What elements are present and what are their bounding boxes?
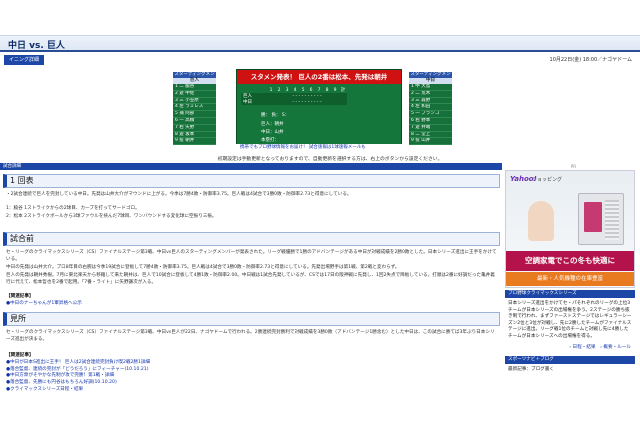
- blog-text[interactable]: 最新記事：ブログ書く: [505, 364, 635, 377]
- card-text: 日本シリーズ進出をかけてセ・パそれぞれのリーグの上位3チームが日本シリーズの出場…: [508, 301, 632, 339]
- player-row[interactable]: 5 一 ブランコ: [409, 111, 452, 118]
- game-date: 10月22日(金) 18:00／ナゴヤドーム: [549, 57, 632, 63]
- game-title: 中日 vs. 巨人: [8, 41, 65, 51]
- related-articles: 【関連記事】 ●中日が日本S進出に王手！ 巨人は2試合連続完封負け喫2戦2勝1詳…: [6, 353, 150, 394]
- auto-update-note: 初期設定は手動更新となっておりますので、自動更新を選択する方は、右上のボタンから…: [217, 157, 443, 162]
- chunichi-pitcher: 中日：山井: [261, 130, 284, 135]
- ad-subline: 最新・人気機種の在庫豊富: [506, 272, 634, 286]
- cs-info-card: プロ野球クライマックスシリーズ 日本シリーズ進出をかけてセ・パそれぞれのリーグの…: [505, 290, 635, 376]
- player-row[interactable]: 8 遊 坂本: [173, 131, 216, 139]
- related-link[interactable]: ●中日が日本S進出に王手！ 巨人は2試合連続完封負け喫2戦2勝1詳細: [6, 360, 150, 367]
- player-row[interactable]: 2 遊 中佐: [173, 90, 216, 98]
- preview-heading: 見所: [3, 312, 500, 326]
- lineup-giants: スターティングメンバー 巨人 1 二 脇谷 2 遊 中佐 3 三 小笠原 4 左…: [173, 72, 216, 146]
- player-row[interactable]: 5 捕 阿部: [173, 111, 216, 118]
- giants-pitcher: 巨人：朝井: [261, 122, 284, 127]
- score-table: 1 2 3 4 5 6 7 8 9 計 巨人 - - - - - - - - - …: [241, 87, 347, 105]
- pregame-text: セ・リーグのクライマックスシリーズ（CS）ファイナルステージ第3戦、中日vs巨人…: [6, 250, 497, 263]
- preview-text: セ・リーグのクライマックスシリーズ（CS）ファイナルステージ第3戦、中日vs巨人…: [6, 330, 495, 343]
- player-row[interactable]: 8 二 堂上: [409, 131, 452, 139]
- section-heading: 試合詳細: [0, 163, 502, 170]
- ad-photo: [528, 201, 554, 241]
- player-row[interactable]: 2 二 荒木: [409, 90, 452, 98]
- game-title-bar: 中日 vs. 巨人: [0, 35, 640, 52]
- card-heading: プロ野球クライマックスシリーズ: [505, 290, 635, 298]
- blog-heading: スポーツナビ＋ブログ: [505, 355, 635, 364]
- player-row[interactable]: 7 右 矢野: [173, 124, 216, 132]
- related-title: 【関連記事】: [6, 294, 34, 299]
- team-name: 中日: [241, 99, 267, 105]
- home-runs: 本塁打：: [261, 138, 279, 143]
- play-by-play: 2：松本 2ストライクボールから3球ファウルを挟んだ7球目、ワンバウンドする変化…: [6, 214, 217, 219]
- ad-tagline: ショッピング: [532, 177, 563, 183]
- related-link[interactable]: ●落合監督、先勝にも円谷はもちろん好調(10.10.20): [6, 380, 150, 387]
- inning-summary: ・2試合連続で巨人を完封している中日。先発は山井大介がマウンドに上がる。今季は7…: [6, 192, 352, 197]
- pr-label: PR: [570, 164, 576, 169]
- lineup-announcement: スタメン発表！ 巨人の2番は松本、先発は朝井: [237, 70, 401, 84]
- related-link[interactable]: ●クライマックスシリーズ日程・結果: [6, 387, 150, 394]
- related-link[interactable]: ●中日のナーちゃんが1軍昇格へ公示: [6, 301, 82, 308]
- schedule-link[interactable]: › 日程・結果: [569, 345, 595, 350]
- player-row[interactable]: 6 一 高橋: [173, 117, 216, 125]
- page: 中日 vs. 巨人 イニング詳細 10月22日(金) 18:00／ナゴヤドーム …: [0, 0, 640, 426]
- card-links: › 日程・結果 › 概要・ルール: [505, 344, 635, 350]
- heater-image: [578, 193, 624, 245]
- player-row[interactable]: 1 二 脇谷: [173, 84, 216, 91]
- lineup-dragons: スターティングメンバー 中日 1 中 大島 2 二 荒木 3 三 森野 4 左 …: [409, 72, 452, 146]
- player-row[interactable]: 3 三 小笠原: [173, 97, 216, 105]
- team-score: - - - - - - - - - -: [267, 99, 347, 105]
- pregame-text: 中日の先発は山井大介。プロ8年目の右腕は今季19試合に登板して7勝4敗・防御率3…: [6, 265, 400, 270]
- player-row[interactable]: 1 中 大島: [409, 84, 452, 91]
- pregame-text: 巨人の先発は朝井秀樹。7月に東北楽天から移籍して来た朝井は、巨人で10試合に登板…: [6, 273, 495, 286]
- player-row[interactable]: 9 投 朝井: [173, 138, 216, 146]
- player-row[interactable]: 4 左 ラミレス: [173, 104, 216, 112]
- inning-heading: 1 回表: [3, 174, 500, 188]
- mobile-info-link[interactable]: 携帯でもプロ野球情報をお届け！ 試合速報は1球速報メールも: [236, 144, 402, 151]
- related-articles: 【関連記事】 ●中日のナーちゃんが1軍昇格へ公示: [6, 294, 82, 308]
- player-row[interactable]: 7 遊 井端: [409, 124, 452, 132]
- player-row[interactable]: 9 投 山井: [409, 138, 452, 146]
- player-row[interactable]: 4 左 和田: [409, 104, 452, 112]
- play-by-play: 1：脇谷 1ストライクからの2球目、カーブを打ってサードゴロ。: [6, 206, 140, 211]
- decision-line: 勝： 負： S：: [261, 113, 290, 118]
- rules-link[interactable]: › 概要・ルール: [600, 345, 631, 350]
- tab-inning-detail[interactable]: イニング詳細: [4, 55, 44, 65]
- player-row[interactable]: 6 右 野本: [409, 117, 452, 125]
- related-title: 【関連記事】: [6, 353, 34, 358]
- ad-headline: 空調家電でこの冬も快適に: [506, 251, 634, 271]
- yahoo-ad[interactable]: PR Yahoo! ショッピング 空調家電でこの冬も快適に 最新・人気機種の在庫…: [505, 164, 635, 288]
- player-row[interactable]: 3 三 森野: [409, 97, 452, 105]
- pregame-heading: 試合前: [3, 232, 500, 246]
- scoreboard: スタメン発表！ 巨人の2番は松本、先発は朝井 1 2 3 4 5 6 7 8 9…: [236, 69, 402, 146]
